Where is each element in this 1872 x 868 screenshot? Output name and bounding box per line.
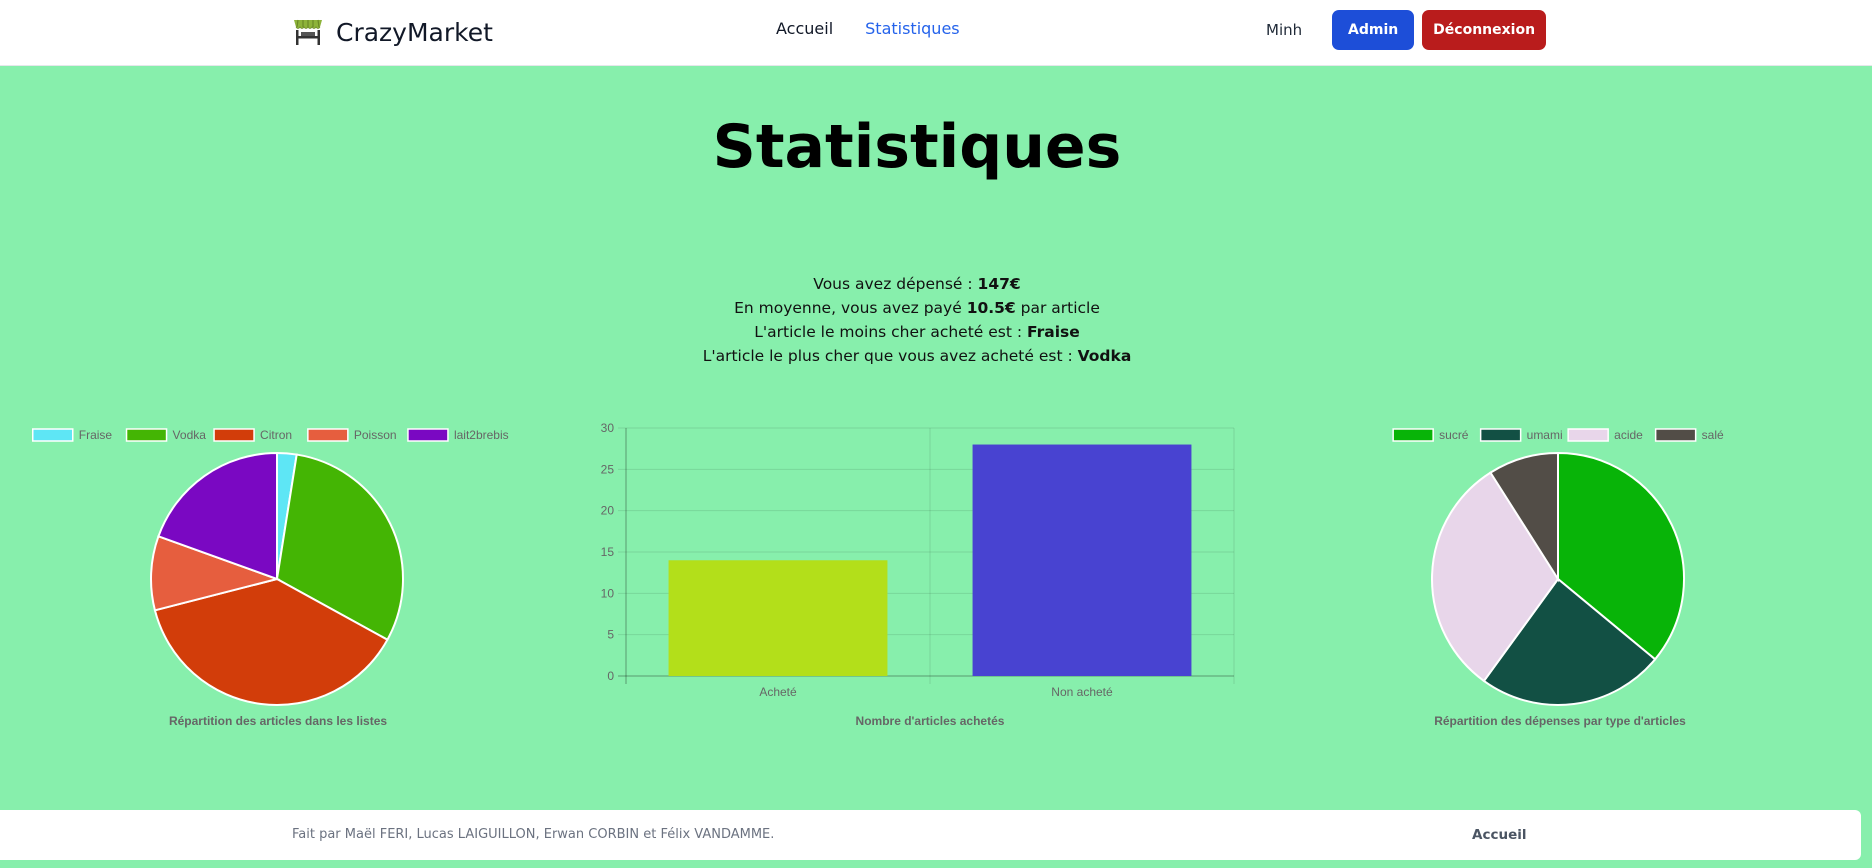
summary-spent-label: Vous avez dépensé : xyxy=(813,275,978,293)
footer-credits: Fait par Maël FERI, Lucas LAIGUILLON, Er… xyxy=(292,827,775,842)
purchased-bar-chart: 0 5 10 15 20 25 30 Acheté Non acheté Nombre d'art… xyxy=(601,421,1235,728)
footer: Fait par Maël FERI, Lucas LAIGUILLON, Er… xyxy=(0,810,1861,860)
spending-summary: Vous avez dépensé : 147€ En moyenne, vou… xyxy=(0,272,1834,368)
navbar: CrazyMarket Accueil Statistiques Minh Ad… xyxy=(0,0,1872,66)
legend-label-sale: salé xyxy=(1702,428,1724,442)
summary-average-label: En moyenne, vous avez payé xyxy=(734,299,967,317)
legend-item-poisson: Poisson xyxy=(307,428,397,442)
summary-cheapest: L'article le moins cher acheté est : Fra… xyxy=(0,320,1834,344)
summary-cheapest-label: L'article le moins cher acheté est : xyxy=(754,323,1028,341)
legend-label-citron: Citron xyxy=(260,428,292,442)
legend-item-umami: umami xyxy=(1479,428,1563,442)
legend-swatch-citron xyxy=(213,428,255,442)
brand[interactable]: CrazyMarket xyxy=(292,14,493,50)
bar-non-achete xyxy=(972,444,1192,676)
legend-swatch-fraise xyxy=(32,428,74,442)
summary-cheapest-value: Fraise xyxy=(1027,323,1080,341)
legend-item-lait2brebis: lait2brebis xyxy=(407,428,509,442)
y-tick-label-5: 5 xyxy=(607,628,614,642)
summary-average-suffix: par article xyxy=(1015,299,1100,317)
nav-stats-link[interactable]: Statistiques xyxy=(865,19,959,38)
summary-priciest: L'article le plus cher que vous avez ach… xyxy=(0,344,1834,368)
spending-type-pie-chart: sucré umami acide salé Répartition des dépen… xyxy=(1392,428,1724,728)
summary-priciest-value: Vodka xyxy=(1077,347,1132,365)
summary-spent-value: 147€ xyxy=(977,275,1021,293)
legend-item-citron: Citron xyxy=(213,428,292,442)
summary-average: En moyenne, vous avez payé 10.5€ par art… xyxy=(0,296,1834,320)
user-area: Minh Admin Déconnexion xyxy=(1266,10,1547,50)
page-title: Statistiques xyxy=(712,112,1122,182)
chart-title: Répartition des dépenses par type d'arti… xyxy=(1434,714,1686,728)
summary-priciest-label: L'article le plus cher que vous avez ach… xyxy=(702,347,1078,365)
nav-home-link[interactable]: Accueil xyxy=(776,19,833,38)
y-tick-label-15: 15 xyxy=(601,545,615,559)
main-nav: Accueil Statistiques xyxy=(776,19,960,38)
legend-item-vodka: Vodka xyxy=(125,428,207,442)
legend-label-umami: umami xyxy=(1527,428,1563,442)
legend-item-fraise: Fraise xyxy=(32,428,113,442)
summary-average-value: 10.5€ xyxy=(966,299,1016,317)
x-tick-label-non-achete: Non acheté xyxy=(1051,685,1113,699)
chart-title: Répartition des articles dans les listes xyxy=(169,714,387,728)
legend-swatch-poisson xyxy=(307,428,349,442)
market-stall-icon xyxy=(294,19,322,45)
logout-button[interactable]: Déconnexion xyxy=(1422,10,1547,50)
legend-label-sucre: sucré xyxy=(1439,428,1469,442)
y-tick-label-10: 10 xyxy=(601,586,615,600)
footer-home-link[interactable]: Accueil xyxy=(1472,827,1526,843)
legend-swatch-lait2brebis xyxy=(407,428,449,442)
legend-swatch-acide xyxy=(1567,428,1609,442)
legend-item-sale: salé xyxy=(1654,428,1724,442)
legend-item-sucre: sucré xyxy=(1392,428,1469,442)
legend-swatch-sale xyxy=(1654,428,1697,442)
admin-button[interactable]: Admin xyxy=(1332,10,1415,50)
x-tick-label-achete: Acheté xyxy=(759,685,797,699)
y-tick-label-30: 30 xyxy=(601,421,615,435)
bar-achete xyxy=(668,560,888,676)
legend-item-acide: acide xyxy=(1567,428,1643,442)
legend-swatch-vodka xyxy=(125,428,168,442)
summary-spent: Vous avez dépensé : 147€ xyxy=(0,272,1834,296)
y-tick-label-20: 20 xyxy=(601,504,615,518)
brand-name: CrazyMarket xyxy=(336,17,493,47)
legend-label-poisson: Poisson xyxy=(354,428,397,442)
legend-swatch-umami xyxy=(1479,428,1522,442)
articles-pie-chart: Fraise Vodka Citron Poisson lait2brebis Répar… xyxy=(32,428,509,728)
legend-swatch-sucre xyxy=(1392,428,1434,442)
chart-title: Nombre d'articles achetés xyxy=(856,714,1005,728)
legend-label-acide: acide xyxy=(1614,428,1643,442)
y-tick-label-25: 25 xyxy=(601,462,615,476)
legend-label-vodka: Vodka xyxy=(173,428,207,442)
username: Minh xyxy=(1266,21,1303,39)
y-tick-label-0: 0 xyxy=(607,669,614,683)
legend-label-fraise: Fraise xyxy=(79,428,113,442)
legend-label-lait2brebis: lait2brebis xyxy=(454,428,509,442)
